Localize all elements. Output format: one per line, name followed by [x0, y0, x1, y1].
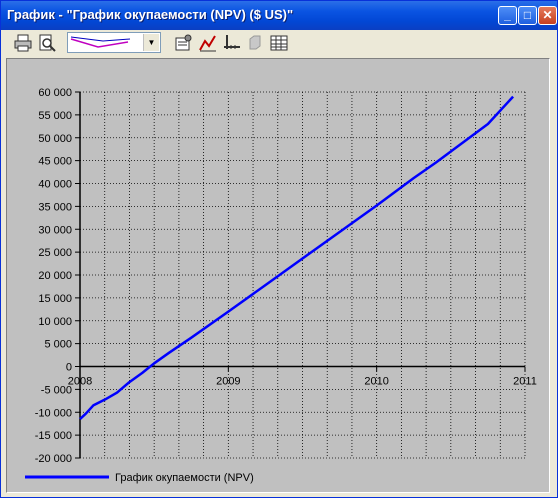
print-preview-icon[interactable] — [37, 33, 57, 53]
y-tick-label: 60 000 — [38, 87, 72, 99]
toolbar: ▼ — [1, 30, 557, 56]
y-tick-label: 15 000 — [38, 293, 72, 305]
y-tick-label: 10 000 — [38, 316, 72, 328]
table-icon[interactable] — [269, 33, 289, 53]
legend: График окупаемости (NPV) — [25, 472, 254, 484]
print-icon[interactable] — [13, 33, 33, 53]
y-tick-label: -10 000 — [35, 407, 72, 419]
chart-type-preview-icon — [70, 36, 131, 48]
series-line-npv — [79, 95, 515, 421]
y-tick-label: -15 000 — [35, 430, 72, 442]
close-button[interactable]: ✕ — [538, 6, 557, 25]
chevron-down-icon[interactable]: ▼ — [143, 34, 159, 51]
x-tick-label: 2011 — [513, 376, 537, 388]
chart-window: График - "График окупаемости (NPV) ($ US… — [0, 0, 558, 498]
chart-type-combo[interactable]: ▼ — [67, 32, 161, 53]
axis-icon[interactable] — [222, 33, 242, 53]
y-tick-label: 40 000 — [38, 179, 72, 191]
window-title: График - "График окупаемости (NPV) ($ US… — [7, 7, 294, 22]
y-tick-label: 55 000 — [38, 110, 72, 122]
y-tick-label: 25 000 — [38, 247, 72, 259]
series-layer — [79, 95, 515, 421]
y-tick-label: 45 000 — [38, 156, 72, 168]
y-tick-label: -20 000 — [35, 453, 72, 465]
y-tick-label: 35 000 — [38, 201, 72, 213]
y-tick-label: 30 000 — [38, 224, 72, 236]
y-tick-label: 50 000 — [38, 133, 72, 145]
npv-chart: 60 000 55 000 50 000 45 000 40 000 35 000 30 0… — [25, 87, 537, 484]
layers-icon[interactable] — [246, 33, 266, 53]
minimize-button[interactable]: _ — [498, 6, 517, 25]
series-icon[interactable] — [198, 33, 218, 53]
legend-label: График окупаемости (NPV) — [115, 472, 254, 484]
maximize-button[interactable]: □ — [518, 6, 537, 25]
chart-area: 60 000 55 000 50 000 45 000 40 000 35 000 30 0… — [6, 58, 550, 493]
y-tick-label: 20 000 — [38, 270, 72, 282]
title-bar[interactable]: График - "График окупаемости (NPV) ($ US… — [1, 1, 557, 30]
y-tick-label: 5 000 — [44, 339, 72, 351]
chart-settings-icon[interactable] — [173, 33, 193, 53]
x-tick-label: 2009 — [216, 376, 240, 388]
y-tick-label: 0 — [66, 362, 72, 374]
x-tick-label: 2010 — [364, 376, 388, 388]
y-axis-ticks: 60 000 55 000 50 000 45 000 40 000 35 000 30 0… — [35, 87, 80, 465]
